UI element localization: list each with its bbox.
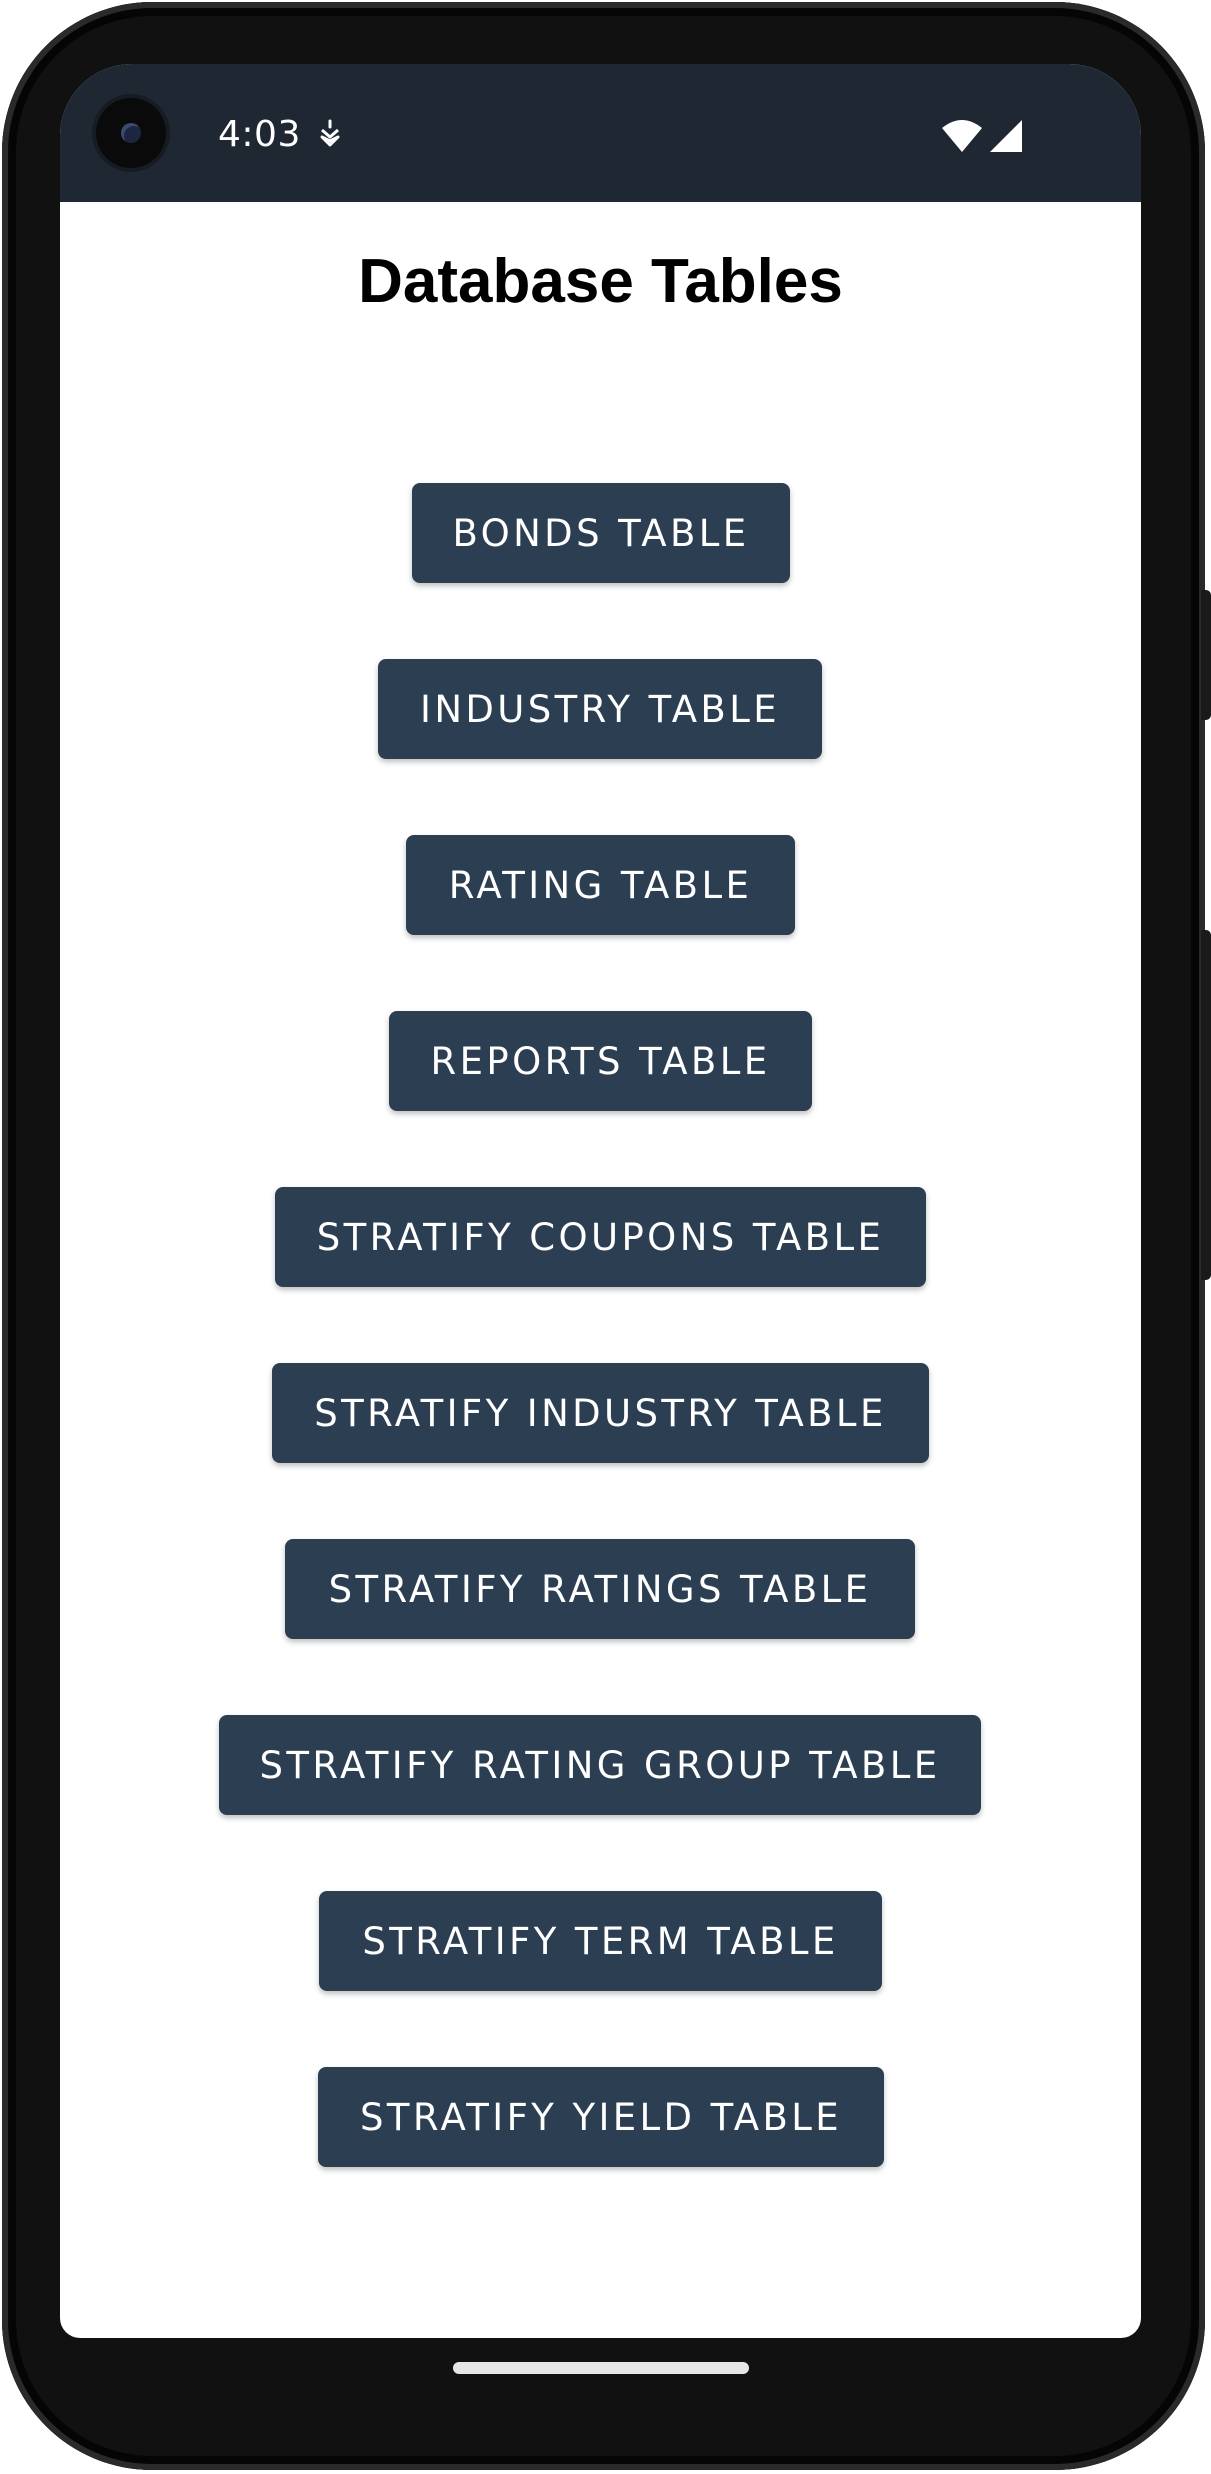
camera-icon — [96, 98, 166, 168]
reports-table-button[interactable]: REPORTS TABLE — [389, 1011, 812, 1111]
industry-table-button[interactable]: INDUSTRY TABLE — [378, 659, 822, 759]
stratify-ratings-table-button[interactable]: STRATIFY RATINGS TABLE — [285, 1539, 915, 1639]
screen: 4:03 Database Tables BONDS TABLE INDUSTR… — [60, 64, 1141, 2338]
power-button — [1201, 590, 1211, 720]
device-page: 4:03 Database Tables BONDS TABLE INDUSTR… — [0, 0, 1211, 2474]
stratify-term-table-button[interactable]: STRATIFY TERM TABLE — [319, 1891, 882, 1991]
status-bar: 4:03 — [60, 64, 1141, 202]
status-time: 4:03 — [218, 114, 301, 155]
notification-icon — [320, 119, 340, 147]
bonds-table-button[interactable]: BONDS TABLE — [412, 483, 790, 583]
stratify-rating-group-table-button[interactable]: STRATIFY RATING GROUP TABLE — [219, 1715, 981, 1815]
signal-icon — [990, 120, 1022, 152]
home-indicator[interactable] — [453, 2362, 749, 2374]
stratify-coupons-table-button[interactable]: STRATIFY COUPONS TABLE — [275, 1187, 926, 1287]
rating-table-button[interactable]: RATING TABLE — [406, 835, 795, 935]
page-title: Database Tables — [358, 247, 843, 316]
wifi-icon — [942, 120, 982, 152]
stratify-industry-table-button[interactable]: STRATIFY INDUSTRY TABLE — [272, 1363, 929, 1463]
stratify-yield-table-button[interactable]: STRATIFY YIELD TABLE — [318, 2067, 884, 2167]
volume-button — [1201, 930, 1211, 1280]
